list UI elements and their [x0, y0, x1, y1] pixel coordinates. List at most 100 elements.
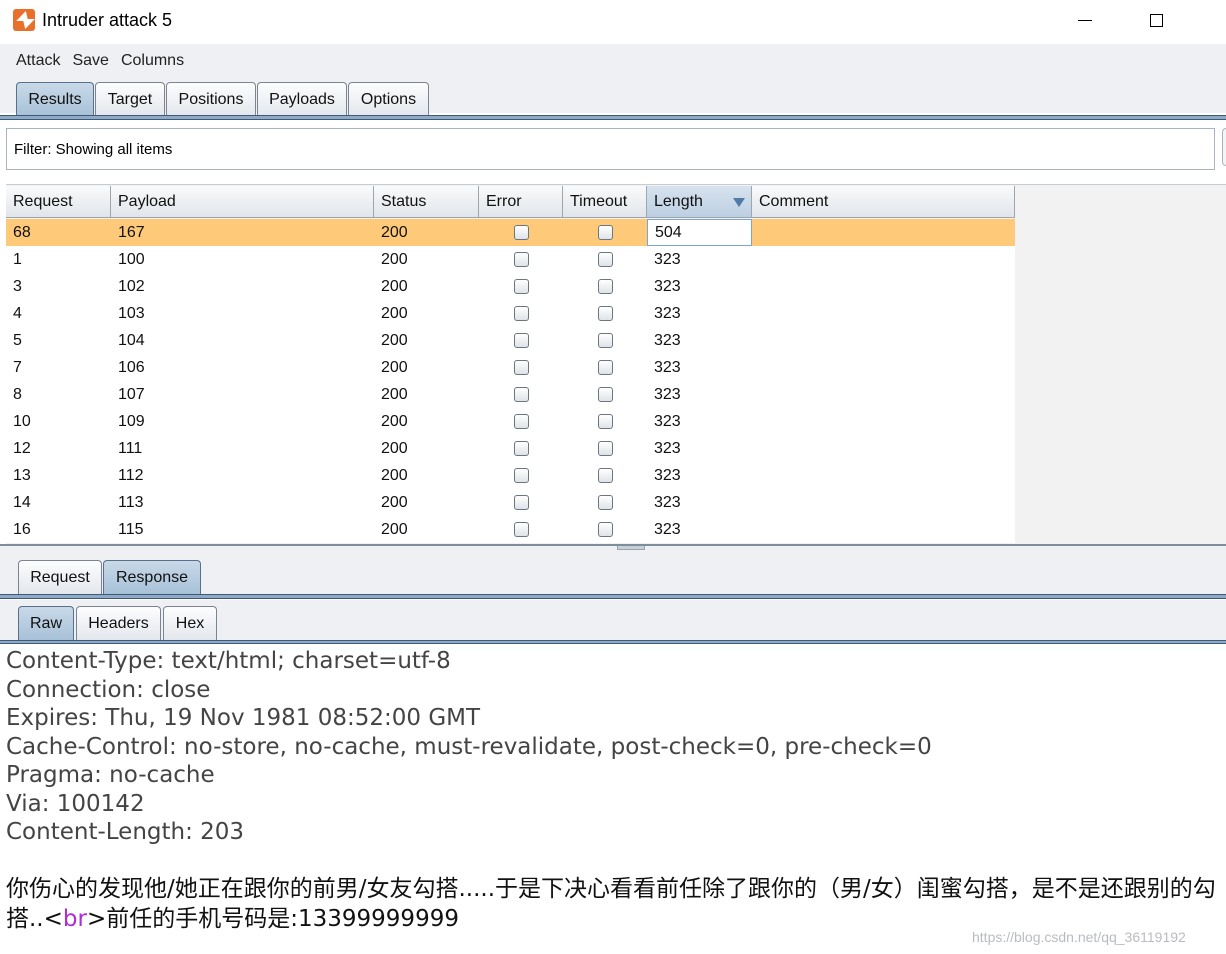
error-checkbox[interactable]	[513, 360, 529, 375]
tag-close-bracket: >	[86, 906, 107, 932]
error-checkbox[interactable]	[513, 252, 529, 267]
tab-request[interactable]: Request	[18, 560, 102, 594]
cell-status: 200	[381, 358, 408, 376]
column-length[interactable]: Length	[647, 186, 752, 218]
table-row[interactable]: 13 112 200 323	[6, 462, 1015, 489]
cell-error	[479, 327, 563, 354]
tab-divider	[0, 115, 1226, 120]
pane-splitter[interactable]	[0, 544, 1226, 554]
cell-length: 323	[654, 520, 681, 538]
cell-error	[479, 381, 563, 408]
tab-response[interactable]: Response	[103, 560, 201, 594]
cell-request: 16	[13, 520, 31, 538]
error-checkbox[interactable]	[513, 522, 529, 537]
header-line: Pragma: no-cache	[6, 762, 215, 788]
table-row[interactable]: 7 106 200 323	[6, 354, 1015, 381]
view-tab-divider	[0, 640, 1226, 644]
cell-comment	[752, 435, 1015, 462]
cell-payload: 109	[118, 412, 145, 430]
tab-target[interactable]: Target	[95, 82, 165, 116]
cell-request: 14	[13, 493, 31, 511]
splitter-grip[interactable]	[617, 546, 645, 550]
table-header: Request Payload Status Error Timeout Len…	[6, 186, 1015, 218]
timeout-checkbox[interactable]	[597, 225, 613, 240]
timeout-checkbox[interactable]	[597, 468, 613, 483]
response-viewer[interactable]: Content-Type: text/html; charset=utf-8 C…	[0, 648, 1226, 954]
table-row[interactable]: 3 102 200 323	[6, 273, 1015, 300]
tab-payloads[interactable]: Payloads	[257, 82, 347, 116]
cell-payload: 115	[118, 520, 144, 538]
header-line: Expires: Thu, 19 Nov 1981 08:52:00 GMT	[6, 705, 481, 731]
table-row[interactable]: 16 115 200 323	[6, 516, 1015, 543]
maximize-button[interactable]	[1136, 6, 1176, 34]
cell-status: 200	[381, 439, 408, 457]
table-row[interactable]: 5 104 200 323	[6, 327, 1015, 354]
cell-payload: 106	[118, 358, 145, 376]
timeout-checkbox[interactable]	[597, 306, 613, 321]
column-timeout[interactable]: Timeout	[563, 186, 647, 218]
cell-payload: 167	[118, 223, 145, 241]
window-title: Intruder attack 5	[42, 9, 173, 30]
cell-error	[479, 435, 563, 462]
cell-request: 13	[13, 466, 31, 484]
table-row[interactable]: 10 109 200 323	[6, 408, 1015, 435]
cell-error	[479, 354, 563, 381]
error-checkbox[interactable]	[513, 333, 529, 348]
timeout-checkbox[interactable]	[597, 333, 613, 348]
filter-bar[interactable]: Filter: Showing all items	[6, 128, 1215, 170]
timeout-checkbox[interactable]	[597, 495, 613, 510]
error-checkbox[interactable]	[513, 495, 529, 510]
menu-columns[interactable]: Columns	[121, 52, 184, 70]
timeout-checkbox[interactable]	[597, 279, 613, 294]
tab-headers[interactable]: Headers	[76, 606, 161, 640]
cell-status: 200	[381, 250, 408, 268]
cell-error	[479, 300, 563, 327]
cell-request: 4	[13, 304, 22, 322]
column-error[interactable]: Error	[479, 186, 563, 218]
cell-payload: 111	[118, 439, 143, 457]
cell-request: 12	[13, 439, 31, 457]
timeout-checkbox[interactable]	[597, 387, 613, 402]
error-checkbox[interactable]	[513, 306, 529, 321]
error-checkbox[interactable]	[513, 225, 529, 240]
tab-options[interactable]: Options	[348, 82, 429, 116]
cell-comment	[752, 354, 1015, 381]
timeout-checkbox[interactable]	[597, 414, 613, 429]
header-line: Via: 100142	[6, 791, 145, 817]
menu-attack[interactable]: Attack	[16, 52, 60, 70]
cell-length: 323	[654, 385, 681, 403]
error-checkbox[interactable]	[513, 468, 529, 483]
tab-results[interactable]: Results	[16, 82, 94, 116]
cell-timeout	[563, 408, 647, 435]
tab-positions[interactable]: Positions	[166, 82, 256, 116]
body-text-after: 前任的手机号码是:13399999999	[106, 906, 459, 932]
menu-save[interactable]: Save	[72, 52, 108, 70]
column-payload[interactable]: Payload	[111, 186, 374, 218]
table-row[interactable]: 8 107 200 323	[6, 381, 1015, 408]
column-status[interactable]: Status	[374, 186, 479, 218]
timeout-checkbox[interactable]	[597, 360, 613, 375]
timeout-checkbox[interactable]	[597, 522, 613, 537]
minimize-button[interactable]	[1065, 6, 1105, 34]
cell-error	[479, 462, 563, 489]
table-row[interactable]: 68 167 200 504	[6, 219, 1015, 246]
error-checkbox[interactable]	[513, 441, 529, 456]
table-row[interactable]: 1 100 200 323	[6, 246, 1015, 273]
cell-timeout	[563, 219, 647, 246]
error-checkbox[interactable]	[513, 279, 529, 294]
timeout-checkbox[interactable]	[597, 252, 613, 267]
table-row[interactable]: 12 111 200 323	[6, 435, 1015, 462]
timeout-checkbox[interactable]	[597, 441, 613, 456]
cell-status: 200	[381, 277, 408, 295]
filter-side-button[interactable]	[1222, 128, 1226, 166]
table-row[interactable]: 4 103 200 323	[6, 300, 1015, 327]
column-request[interactable]: Request	[6, 186, 111, 218]
table-row[interactable]: 14 113 200 323	[6, 489, 1015, 516]
column-comment[interactable]: Comment	[752, 186, 1015, 218]
cell-length: 504	[647, 219, 752, 246]
error-checkbox[interactable]	[513, 414, 529, 429]
cell-status: 200	[381, 493, 408, 511]
tab-hex[interactable]: Hex	[163, 606, 217, 640]
error-checkbox[interactable]	[513, 387, 529, 402]
tab-raw[interactable]: Raw	[18, 606, 74, 640]
